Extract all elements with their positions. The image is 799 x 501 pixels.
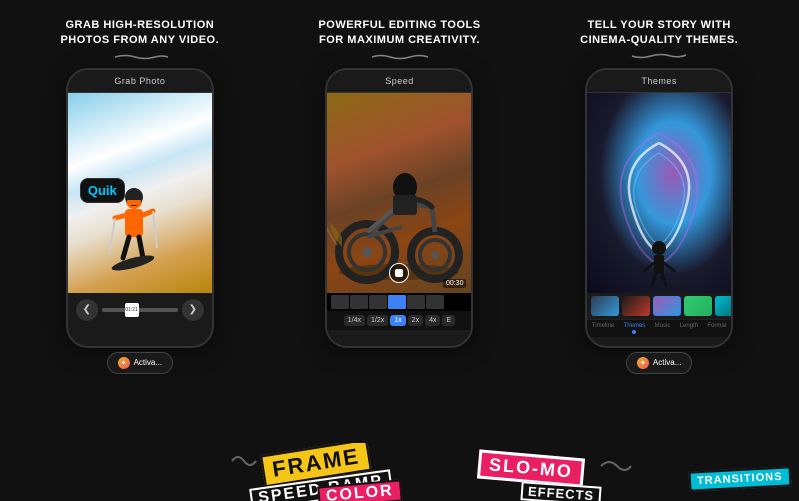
- themes-controls: [587, 293, 731, 319]
- nav-item-length[interactable]: Length: [680, 323, 698, 334]
- heading-2: POWERFUL EDITING TOOLS FOR MAXIMUM CREAT…: [280, 18, 520, 49]
- header-row: GRAB HIGH-RESOLUTION PHOTOS FROM ANY VID…: [0, 0, 799, 68]
- phone-1-controls: ❮ 01:21 ❯: [68, 293, 212, 327]
- video-time: 00:30: [443, 279, 467, 288]
- activate-container-2: ✦ Activa...: [626, 352, 692, 374]
- nav-active-dot: [632, 330, 636, 334]
- themes-bg: [587, 93, 731, 293]
- prev-arrow-btn[interactable]: ❮: [76, 299, 98, 321]
- record-btn[interactable]: [389, 263, 409, 283]
- speed-btn-quarter[interactable]: 1/4x: [344, 315, 365, 326]
- header-col-3: TELL YOUR STORY WITH CINEMA-QUALITY THEM…: [529, 18, 789, 60]
- phones-row: Quik Grab Photo: [0, 68, 799, 501]
- phone-1: Grab Photo: [66, 68, 214, 348]
- speed-btn-4x[interactable]: 4x: [425, 315, 440, 326]
- film-cell-5: [407, 295, 425, 309]
- film-cell-1: [331, 295, 349, 309]
- phone-1-nav: ❮ 01:21 ❯: [76, 299, 204, 321]
- activate-btn-1[interactable]: ✦ Activa...: [107, 352, 173, 374]
- phone-1-header: Grab Photo: [68, 70, 212, 93]
- timeline-thumb[interactable]: 01:21: [125, 303, 139, 317]
- stickers-container: FRAME SPEED RAMP COLOR SLO-MO EFFECTS TR…: [0, 443, 799, 501]
- nav-length-label: Length: [680, 323, 698, 329]
- star-icon-2: ✦: [637, 357, 649, 369]
- phone-2-header: Speed: [327, 70, 471, 93]
- film-cell-3: [369, 295, 387, 309]
- theme-thumb-2[interactable]: [622, 296, 650, 316]
- phone-2-wrapper: Speed: [325, 68, 473, 348]
- speed-btn-2x[interactable]: 2x: [408, 315, 423, 326]
- phone-2: Speed: [325, 68, 473, 348]
- nav-item-themes[interactable]: Themes: [624, 323, 646, 334]
- film-cell-6: [426, 295, 444, 309]
- chevron-right-icon: ❯: [189, 304, 197, 315]
- speed-buttons-row: 1/4x 1/2x 1x 2x 4x E: [331, 315, 467, 326]
- phone-3-wrapper: Themes: [585, 68, 733, 374]
- squiggle-left: [230, 451, 260, 471]
- heading-3: TELL YOUR STORY WITH CINEMA-QUALITY THEM…: [539, 18, 779, 49]
- nav-music-label: Music: [655, 323, 671, 329]
- heading-1: GRAB HIGH-RESOLUTION PHOTOS FROM ANY VID…: [20, 18, 260, 49]
- nav-item-music[interactable]: Music: [655, 323, 671, 334]
- bottom-nav: Timeline Themes Music Length Format: [587, 319, 731, 337]
- speed-controls: 1/4x 1/2x 1x 2x 4x E: [327, 311, 471, 330]
- phone-1-title: Grab Photo: [114, 76, 165, 86]
- effects-sticker: EFFECTS: [520, 481, 601, 501]
- star-icon-1: ✦: [118, 357, 130, 369]
- activate-container-1: ✦ Activa...: [107, 352, 173, 374]
- next-arrow-btn[interactable]: ❯: [182, 299, 204, 321]
- theme-thumb-5[interactable]: [715, 296, 731, 316]
- phone-2-title: Speed: [385, 76, 414, 86]
- film-strip: [327, 293, 471, 311]
- speed-btn-e[interactable]: E: [442, 315, 455, 326]
- underline-1: [110, 52, 170, 60]
- chevron-left-icon: ❮: [83, 304, 91, 315]
- header-col-1: GRAB HIGH-RESOLUTION PHOTOS FROM ANY VID…: [10, 18, 270, 60]
- header-col-2: POWERFUL EDITING TOOLS FOR MAXIMUM CREAT…: [270, 18, 530, 60]
- phone-3-title: Themes: [641, 76, 677, 86]
- squiggle-right: [599, 456, 634, 476]
- speed-btn-1x[interactable]: 1x: [390, 315, 405, 326]
- theme-thumb-4[interactable]: [684, 296, 712, 316]
- activate-label-1: Activa...: [134, 358, 162, 367]
- quik-badge: Quik: [80, 178, 125, 203]
- activate-label-2: Activa...: [653, 358, 681, 367]
- app-container: GRAB HIGH-RESOLUTION PHOTOS FROM ANY VID…: [0, 0, 799, 501]
- phone-3-screen: [587, 93, 731, 293]
- theme-thumb-3-active[interactable]: [653, 296, 681, 316]
- underline-3: [629, 52, 689, 60]
- timeline-bar[interactable]: 01:21: [102, 308, 178, 312]
- nav-item-format[interactable]: Format: [707, 323, 726, 334]
- film-cell-2: [350, 295, 368, 309]
- underline-2: [370, 52, 430, 60]
- timestamp-label: 01:21: [125, 307, 138, 313]
- nav-format-label: Format: [707, 323, 726, 329]
- phone-1-wrapper: Quik Grab Photo: [66, 68, 214, 374]
- film-cell-4-active: [388, 295, 406, 309]
- speed-btn-half[interactable]: 1/2x: [367, 315, 388, 326]
- phone-3-header: Themes: [587, 70, 731, 93]
- record-icon: [395, 269, 403, 277]
- activate-btn-2[interactable]: ✦ Activa...: [626, 352, 692, 374]
- nav-item-timeline[interactable]: Timeline: [592, 323, 614, 334]
- nav-themes-label: Themes: [624, 323, 646, 329]
- light-trails-svg: [587, 93, 731, 289]
- moto-bg: 00:30: [327, 93, 471, 293]
- transitions-sticker: TRANSITIONS: [689, 466, 791, 491]
- phone-2-screen: 00:30: [327, 93, 471, 293]
- nav-timeline-label: Timeline: [592, 323, 614, 329]
- theme-thumb-1[interactable]: [591, 296, 619, 316]
- phone-3: Themes: [585, 68, 733, 348]
